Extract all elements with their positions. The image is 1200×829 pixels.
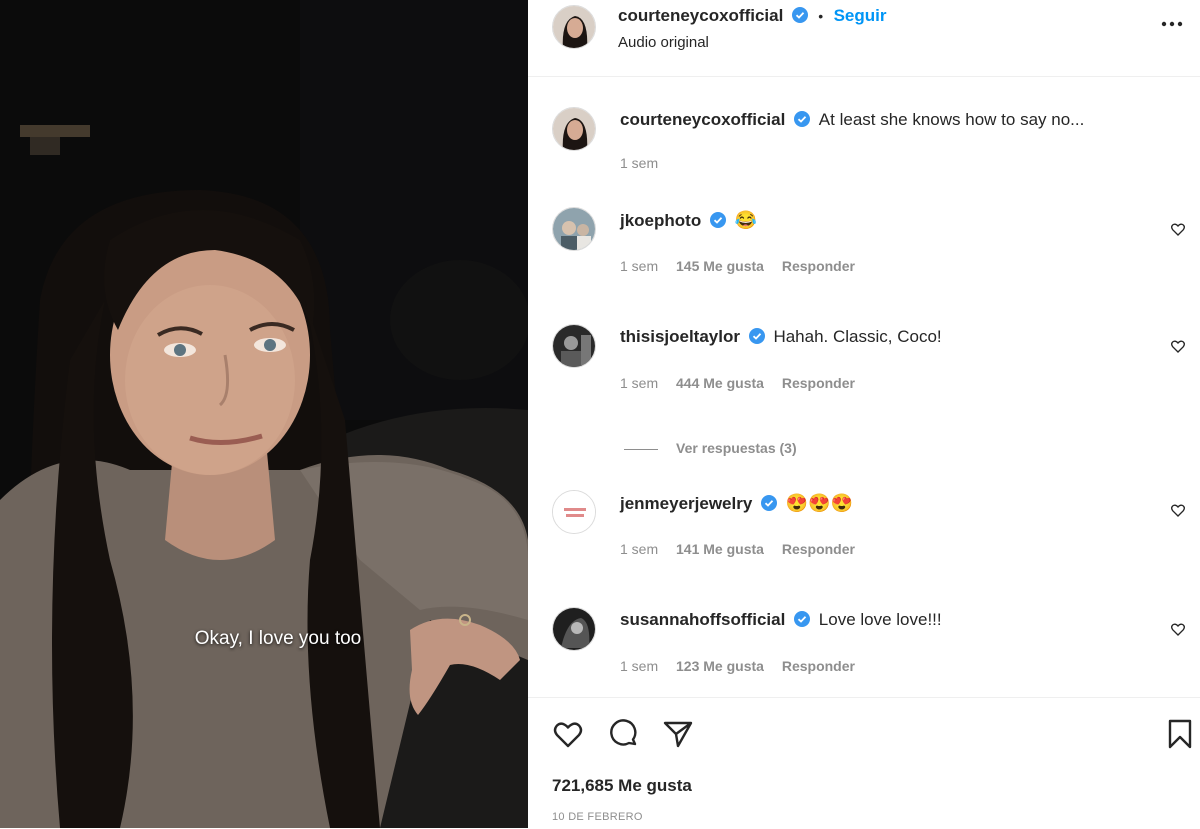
reply-button[interactable]: Responder: [782, 541, 855, 557]
comment-text: 😍😍😍: [785, 493, 854, 513]
post-actions: 721,685 Me gusta 10 DE FEBRERO: [528, 697, 1200, 829]
comment-likes[interactable]: 444 Me gusta: [676, 375, 764, 391]
post-details-panel: courteneycoxofficial • Seguir Audio orig…: [528, 0, 1200, 828]
verified-badge-icon: [748, 328, 765, 344]
comment-line: jenmeyerjewelry 😍😍😍: [620, 493, 853, 514]
comment-likes[interactable]: 141 Me gusta: [676, 541, 764, 557]
save-bookmark-icon[interactable]: [1164, 718, 1196, 750]
post-video[interactable]: Okay, I love you too: [0, 0, 528, 828]
comment-time[interactable]: 1 sem: [620, 375, 658, 391]
caption-time[interactable]: 1 sem: [620, 155, 658, 171]
commenter-avatar[interactable]: [552, 207, 596, 251]
follow-button[interactable]: Seguir: [834, 6, 887, 25]
comment-time[interactable]: 1 sem: [620, 658, 658, 674]
caption-meta: 1 sem: [620, 155, 672, 171]
header-user-row: courteneycoxofficial • Seguir: [618, 6, 887, 26]
total-likes[interactable]: 721,685 Me gusta: [552, 776, 692, 796]
view-replies-label: Ver respuestas (3): [676, 440, 797, 456]
commenter-avatar[interactable]: [552, 607, 596, 651]
comment-text: Love love love!!!: [818, 610, 942, 629]
like-comment-heart-icon[interactable]: [1170, 338, 1186, 354]
share-paper-plane-icon[interactable]: [662, 718, 694, 750]
comment-meta: 1 sem 141 Me gusta Responder: [620, 541, 869, 557]
commenter-avatar[interactable]: [552, 324, 596, 368]
more-options-icon[interactable]: [1158, 10, 1186, 38]
author-username[interactable]: courteneycoxofficial: [618, 6, 783, 25]
reply-button[interactable]: Responder: [782, 375, 855, 391]
separator-dot: •: [818, 8, 824, 24]
comment-likes[interactable]: 145 Me gusta: [676, 258, 764, 274]
comment-time[interactable]: 1 sem: [620, 258, 658, 274]
reply-button[interactable]: Responder: [782, 258, 855, 274]
caption-avatar[interactable]: [552, 107, 596, 151]
like-comment-heart-icon[interactable]: [1170, 221, 1186, 237]
like-comment-heart-icon[interactable]: [1170, 502, 1186, 518]
author-avatar[interactable]: [552, 5, 596, 49]
comment-meta: 1 sem 123 Me gusta Responder: [620, 658, 869, 674]
caption-line: courteneycoxofficial At least she knows …: [620, 110, 1084, 130]
commenter-username[interactable]: thisisjoeltaylor: [620, 327, 740, 346]
comment-time[interactable]: 1 sem: [620, 541, 658, 557]
commenter-username[interactable]: jkoephoto: [620, 211, 701, 230]
comment-meta: 1 sem 145 Me gusta Responder: [620, 258, 869, 274]
replies-divider: [624, 448, 658, 450]
commenter-username[interactable]: jenmeyerjewelry: [620, 494, 752, 513]
post-date[interactable]: 10 DE FEBRERO: [552, 811, 643, 823]
comment-bubble-icon[interactable]: [608, 718, 640, 750]
like-heart-icon[interactable]: [552, 718, 584, 750]
view-replies-button[interactable]: Ver respuestas (3): [624, 440, 797, 456]
post-header: courteneycoxofficial • Seguir Audio orig…: [528, 0, 1200, 77]
comment-text: 😂: [734, 210, 758, 230]
caption-username[interactable]: courteneycoxofficial: [620, 110, 785, 129]
video-frame-illustration: [0, 0, 528, 828]
commenter-avatar[interactable]: [552, 490, 596, 534]
comment-line: jkoephoto 😂: [620, 210, 757, 231]
verified-badge-icon: [709, 212, 726, 228]
reply-button[interactable]: Responder: [782, 658, 855, 674]
comment-likes[interactable]: 123 Me gusta: [676, 658, 764, 674]
commenter-username[interactable]: susannahoffsofficial: [620, 610, 785, 629]
audio-label[interactable]: Audio original: [618, 34, 709, 51]
comment-line: thisisjoeltaylor Hahah. Classic, Coco!: [620, 327, 942, 347]
comment-line: susannahoffsofficial Love love love!!!: [620, 610, 942, 630]
verified-badge-icon: [794, 611, 811, 627]
verified-badge-icon: [791, 7, 808, 23]
verified-badge-icon: [794, 111, 811, 127]
caption-text: At least she knows how to say no...: [818, 110, 1085, 129]
like-comment-heart-icon[interactable]: [1170, 621, 1186, 637]
comment-meta: 1 sem 444 Me gusta Responder: [620, 375, 869, 391]
comment-text: Hahah. Classic, Coco!: [773, 327, 942, 346]
verified-badge-icon: [761, 495, 778, 511]
video-subtitle: Okay, I love you too: [194, 628, 362, 649]
